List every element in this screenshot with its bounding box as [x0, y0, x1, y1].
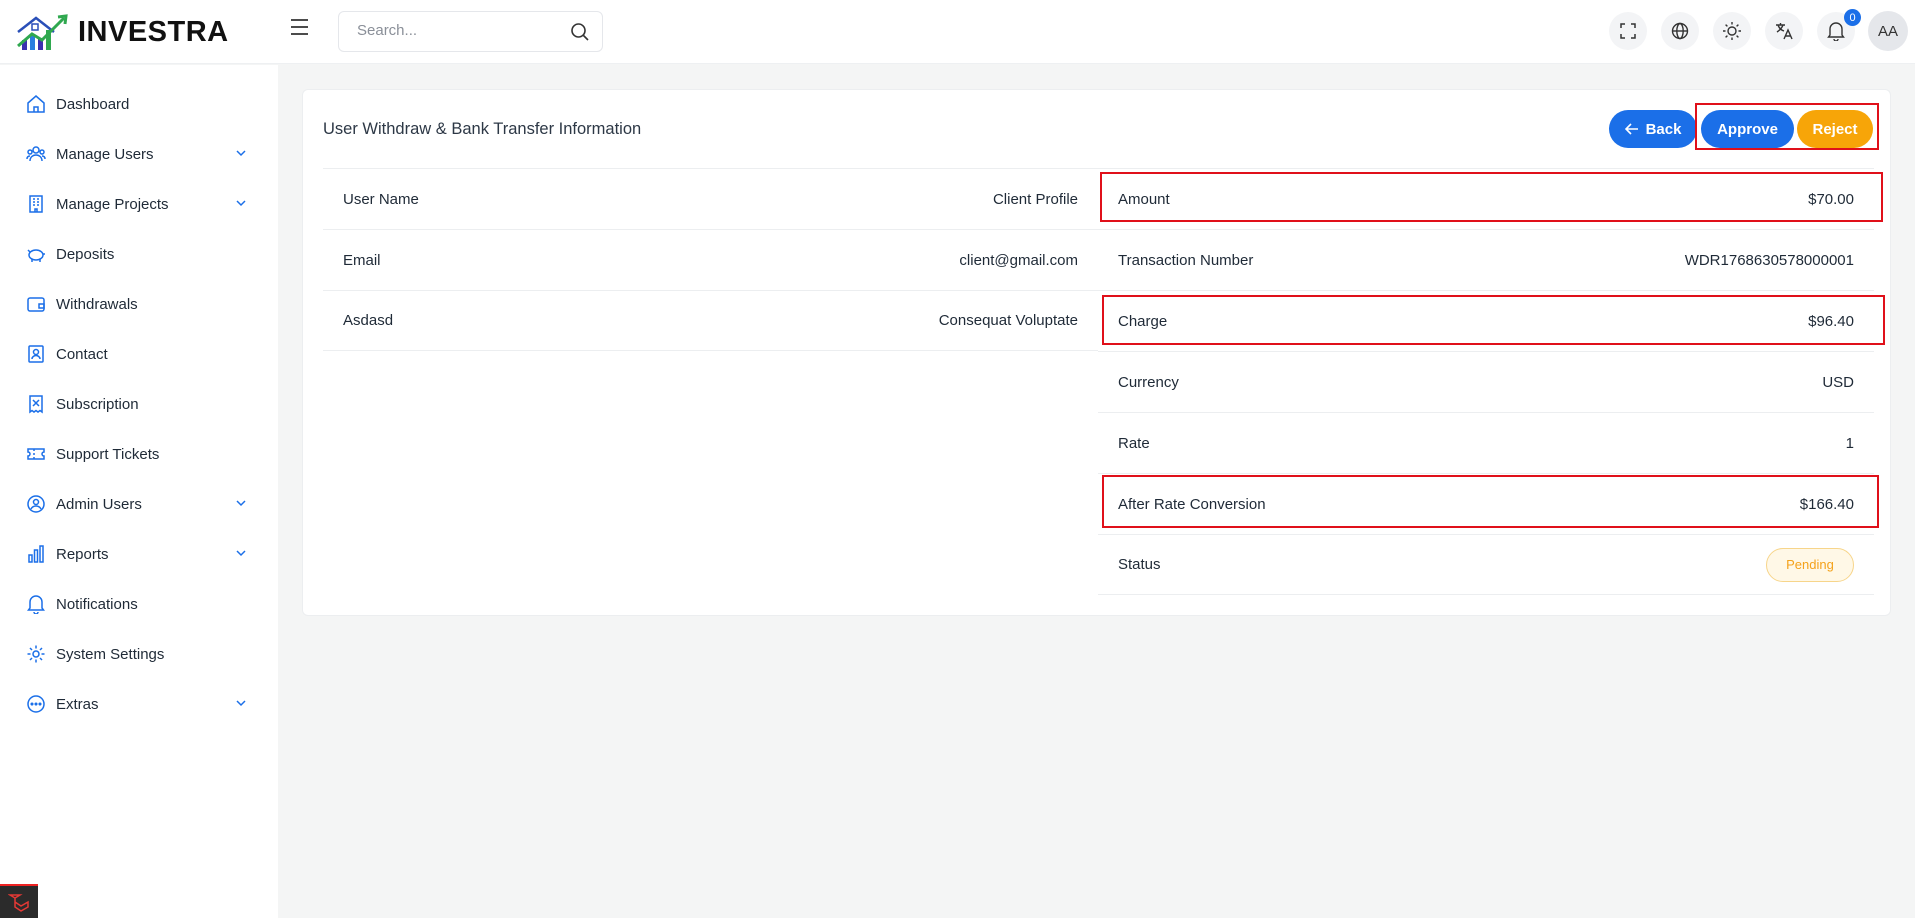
transaction-info-row: Transaction Number WDR1768630578000001 [1098, 229, 1874, 290]
bell-icon [26, 594, 46, 614]
logo-chart-icon [17, 14, 68, 50]
page-title: User Withdraw & Bank Transfer Informatio… [323, 120, 642, 138]
gear-icon [26, 644, 46, 664]
sidebar-item-manage-users[interactable]: Manage Users [26, 139, 256, 169]
ticket-icon [26, 444, 46, 464]
translate-icon[interactable] [1765, 12, 1803, 50]
menu-toggle-icon[interactable] [290, 18, 314, 40]
subscription-icon [26, 394, 46, 414]
fullscreen-icon[interactable] [1609, 12, 1647, 50]
row-value: WDR1768630578000001 [1684, 251, 1854, 269]
sidebar-item-dashboard[interactable]: Dashboard [26, 89, 256, 119]
sidebar-item-label: Notifications [56, 595, 138, 613]
theme-sun-icon[interactable] [1713, 12, 1751, 50]
wallet-icon [26, 294, 46, 314]
transaction-info-row: Amount $70.00 [1098, 168, 1874, 229]
contact-icon [26, 344, 46, 364]
transaction-info-row: Currency USD [1098, 351, 1874, 412]
user-info-row: Email client@gmail.com [323, 229, 1098, 290]
user-info-row: User Name Client Profile [323, 168, 1098, 229]
row-label: Transaction Number [1118, 251, 1254, 269]
sidebar-item-notifications[interactable]: Notifications [26, 589, 256, 619]
notification-count-badge: 0 [1844, 9, 1861, 26]
sidebar-item-subscription[interactable]: Subscription [26, 389, 256, 419]
sidebar-item-label: Dashboard [56, 95, 130, 113]
chevron-down-icon [234, 696, 248, 715]
row-value: Client Profile [992, 190, 1078, 208]
row-value: $166.40 [1799, 495, 1854, 513]
back-button-label: Back [1645, 120, 1682, 138]
row-value: $70.00 [1808, 190, 1854, 208]
chevron-down-icon [234, 546, 248, 565]
chevron-down-icon [234, 496, 248, 515]
approve-button[interactable]: Approve [1701, 110, 1794, 148]
sidebar-item-label: System Settings [56, 645, 165, 663]
row-label: Amount [1118, 190, 1170, 208]
home-icon [26, 94, 46, 114]
row-value: 1 [1845, 434, 1854, 452]
sidebar-item-manage-projects[interactable]: Manage Projects [26, 189, 256, 219]
sidebar-item-admin-users[interactable]: Admin Users [26, 489, 256, 519]
row-label: Rate [1118, 434, 1150, 452]
top-header: INVESTRA 0 AA [0, 0, 1915, 64]
admin-icon [26, 494, 46, 514]
sidebar-item-system-settings[interactable]: System Settings [26, 639, 256, 669]
brand-name: INVESTRA [78, 15, 229, 48]
sidebar-item-support-tickets[interactable]: Support Tickets [26, 439, 256, 469]
row-label: Status [1118, 556, 1161, 573]
chevron-down-icon [234, 146, 248, 165]
user-info-row: Asdasd Consequat Voluptate [323, 290, 1098, 351]
sidebar-item-label: Extras [56, 695, 99, 713]
row-value: client@gmail.com [959, 251, 1078, 269]
laravel-debugbar-icon[interactable] [0, 884, 38, 918]
row-label: Email [343, 251, 381, 269]
chevron-down-icon [234, 196, 248, 215]
chart-icon [26, 544, 46, 564]
sidebar-item-withdrawals[interactable]: Withdrawals [26, 289, 256, 319]
row-label: Asdasd [343, 312, 394, 329]
sidebar-item-contact[interactable]: Contact [26, 339, 256, 369]
sidebar-item-label: Contact [56, 345, 108, 363]
globe-icon[interactable] [1661, 12, 1699, 50]
search-icon[interactable] [570, 22, 590, 47]
transaction-info-row: Charge $96.40 [1098, 290, 1874, 351]
building-icon [26, 194, 46, 214]
transaction-info-row: Rate 1 [1098, 412, 1874, 473]
row-label: After Rate Conversion [1118, 495, 1266, 513]
status-row: Status Pending [1098, 534, 1874, 595]
row-label: Charge [1118, 312, 1168, 330]
sidebar-item-label: Reports [56, 545, 109, 563]
sidebar-item-label: Support Tickets [56, 445, 160, 463]
status-badge: Pending [1766, 547, 1854, 582]
withdraw-detail-card: User Withdraw & Bank Transfer Informatio… [302, 89, 1891, 616]
sidebar-item-reports[interactable]: Reports [26, 539, 256, 569]
arrow-left-icon [1624, 123, 1638, 135]
sidebar-item-extras[interactable]: Extras [26, 689, 256, 719]
sidebar-item-label: Deposits [56, 245, 115, 263]
row-value: $96.40 [1808, 312, 1854, 330]
reject-button-label: Reject [1812, 120, 1858, 138]
row-value: USD [1822, 373, 1854, 391]
user-avatar[interactable]: AA [1868, 11, 1908, 51]
piggy-bank-icon [26, 244, 46, 264]
sidebar: Dashboard Manage Users Manage Projects D… [0, 65, 278, 918]
dots-circle-icon [26, 694, 46, 714]
users-icon [26, 144, 46, 164]
back-button[interactable]: Back [1609, 110, 1697, 148]
sidebar-item-label: Admin Users [56, 495, 142, 513]
sidebar-item-label: Manage Users [56, 145, 154, 163]
reject-button[interactable]: Reject [1797, 110, 1873, 148]
search-input[interactable] [357, 22, 557, 39]
approve-button-label: Approve [1717, 120, 1778, 138]
sidebar-item-label: Manage Projects [56, 195, 169, 213]
row-label: User Name [343, 190, 419, 208]
row-label: Currency [1118, 373, 1179, 391]
search-box [338, 11, 603, 52]
brand-logo[interactable]: INVESTRA [14, 12, 229, 52]
row-value: Consequat Voluptate [938, 312, 1078, 329]
sidebar-item-label: Subscription [56, 395, 139, 413]
sidebar-item-label: Withdrawals [56, 295, 138, 313]
sidebar-item-deposits[interactable]: Deposits [26, 239, 256, 269]
transaction-info-row: After Rate Conversion $166.40 [1098, 473, 1874, 534]
